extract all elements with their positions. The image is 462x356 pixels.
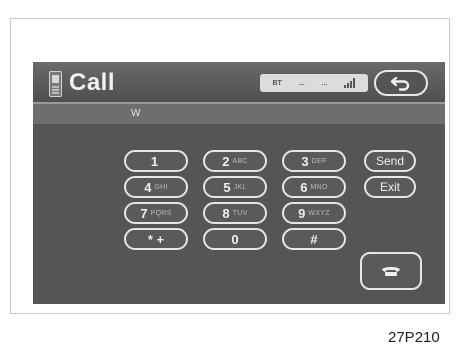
key-letters: GHI [154, 183, 168, 191]
key-letters: WXYZ [308, 209, 330, 217]
signal-strength-icon [344, 78, 356, 88]
call-button[interactable] [360, 252, 422, 290]
keypad-key-4[interactable]: 4 GHI [124, 176, 188, 198]
keypad-key-2[interactable]: 2 ABC [203, 150, 267, 172]
key-letters: DEF [311, 157, 327, 165]
status-indicators: BT ... ... [260, 74, 368, 92]
back-button[interactable] [374, 70, 428, 96]
roaming-status-icon: ... [321, 79, 328, 87]
key-digit: 9 [298, 205, 306, 221]
figure-caption: 27P210 [388, 329, 440, 346]
keypad-key-7[interactable]: 7 PQRS [124, 202, 188, 224]
key-digit: 8 [222, 205, 230, 221]
return-arrow-icon [390, 76, 410, 91]
key-letters: MNO [310, 183, 328, 191]
telephone-handset-icon [382, 267, 400, 276]
key-digit: * + [147, 231, 165, 247]
keypad-key-6[interactable]: 6 MNO [282, 176, 346, 198]
keypad-key-9[interactable]: 9 WXYZ [282, 202, 346, 224]
bluetooth-status-icon: BT [272, 79, 282, 87]
key-digit: 5 [223, 179, 231, 195]
keypad-key-hash[interactable]: # [282, 228, 346, 250]
mobile-phone-icon [49, 71, 62, 97]
key-digit: # [310, 231, 318, 247]
send-button[interactable]: Send [364, 150, 416, 172]
keypad-key-1[interactable]: 1 [124, 150, 188, 172]
keypad-key-8[interactable]: 8 TUV [203, 202, 267, 224]
page-title: Call [69, 69, 116, 96]
key-digit: 3 [301, 153, 309, 169]
key-digit: 6 [300, 179, 308, 195]
keypad-key-star-plus[interactable]: * + [124, 228, 188, 250]
keypad-key-0[interactable]: 0 [203, 228, 267, 250]
key-digit: 1 [150, 153, 159, 169]
call-screen: Call BT ... ... W 1 2 ABC 3 DEF 4 GHI 5 … [33, 62, 445, 304]
keypad-key-5[interactable]: 5 JKL [203, 176, 267, 198]
number-display-bar: W [33, 104, 445, 124]
exit-button[interactable]: Exit [364, 176, 416, 198]
key-letters: PQRS [150, 209, 172, 217]
keypad-key-3[interactable]: 3 DEF [282, 150, 346, 172]
key-letters: ABC [232, 157, 248, 165]
battery-status-icon: ... [298, 79, 305, 87]
key-letters: TUV [232, 209, 248, 217]
dialed-number: W [131, 108, 141, 119]
key-digit: 2 [222, 153, 230, 169]
header-bar: Call BT ... ... [33, 62, 445, 102]
key-digit: 0 [231, 231, 239, 247]
key-digit: 7 [140, 205, 148, 221]
key-digit: 4 [144, 179, 152, 195]
key-letters: JKL [233, 183, 247, 191]
